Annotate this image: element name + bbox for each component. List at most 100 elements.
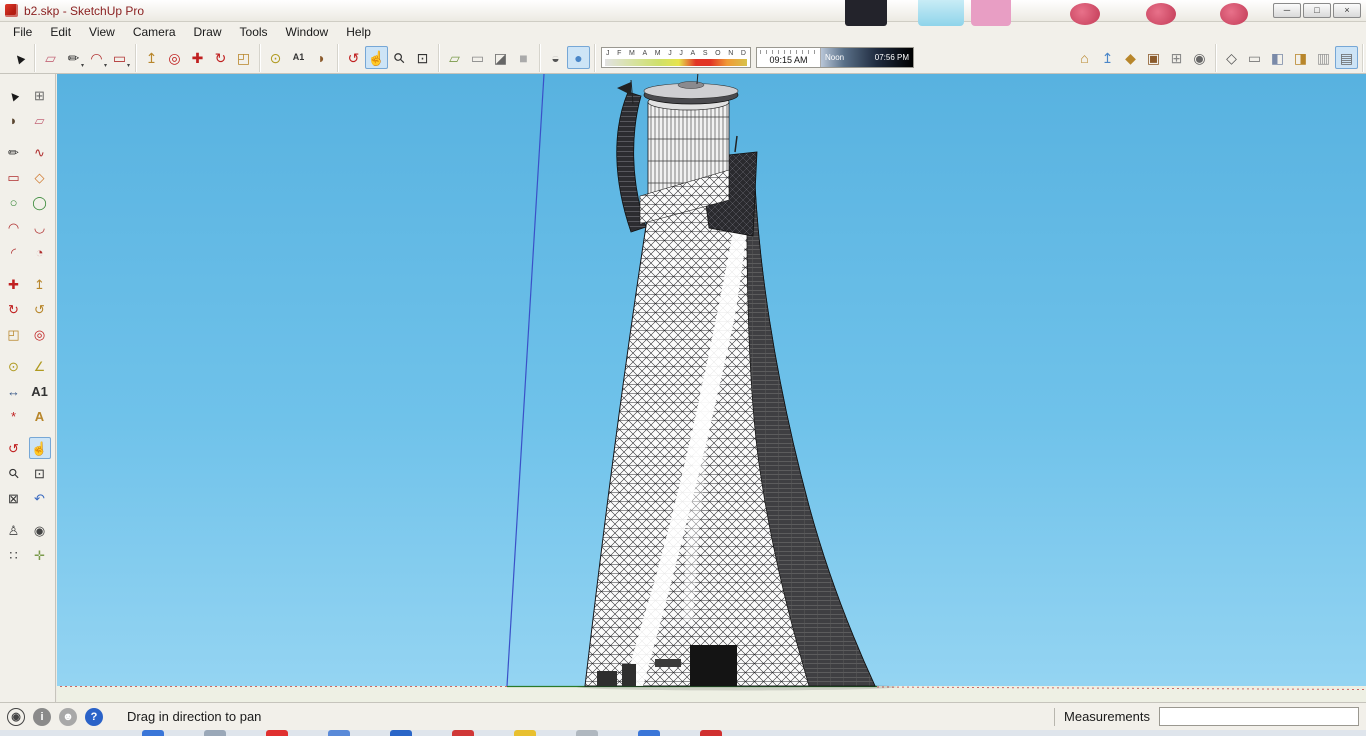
rotate-tool-icon[interactable]: ↻ — [3, 298, 25, 320]
taskbar-app-1[interactable] — [142, 730, 164, 736]
model-info-icon[interactable]: ◉ — [1188, 46, 1211, 69]
scale-tool-icon[interactable]: ◰ — [3, 323, 25, 345]
taskbar-app-7[interactable] — [514, 730, 536, 736]
menu-item-help[interactable]: Help — [337, 23, 380, 41]
zoom-tool-icon[interactable]: ⚲ — [388, 46, 411, 69]
taskbar-app-10[interactable] — [700, 730, 722, 736]
taskbar-app-3[interactable] — [266, 730, 288, 736]
move-tool-icon[interactable]: ✚ — [3, 273, 25, 295]
monochrome-style-icon[interactable]: ▥ — [1312, 46, 1335, 69]
arc-tool-icon[interactable]: ◠ ▾ — [85, 46, 108, 70]
minimize-button[interactable]: ─ — [1273, 3, 1301, 18]
follow-me-tool-icon[interactable]: ↺ — [29, 298, 51, 320]
select-tool-icon[interactable]: ▲ — [7, 46, 30, 69]
section-plane-tool-icon[interactable]: ▱ — [443, 46, 466, 69]
menu-item-draw[interactable]: Draw — [185, 23, 231, 41]
line-tool-icon-dropdown[interactable]: ▾ — [81, 63, 84, 69]
line-tool-icon[interactable]: ✏ ▾ — [62, 46, 85, 70]
shadow-date-slider[interactable]: JFMAMJJASOND — [601, 47, 751, 68]
taskbar-app-4[interactable] — [328, 730, 350, 736]
tape-measure-tool-icon[interactable]: ⊙ — [3, 355, 25, 377]
pie-tool-icon[interactable]: ◔ — [29, 241, 51, 263]
previous-view-icon[interactable]: ↶ — [29, 487, 51, 509]
rotate-tool-icon[interactable]: ↻ — [209, 46, 232, 69]
taskbar-app-2[interactable] — [204, 730, 226, 736]
shape-tool-icon-dropdown[interactable]: ▾ — [127, 63, 130, 69]
look-around-tool-icon[interactable]: ◉ — [29, 519, 51, 541]
get-models-icon[interactable]: ⌂ — [1073, 46, 1096, 69]
rotated-rectangle-tool-icon[interactable]: ◇ — [29, 166, 51, 188]
move-tool-icon[interactable]: ✚ — [186, 46, 209, 69]
paint-bucket-icon[interactable]: ◗ — [3, 109, 25, 131]
zoom-tool-icon[interactable]: ⚲ — [3, 462, 25, 484]
line-tool-icon[interactable]: ✏ — [3, 141, 25, 163]
hidden-line-style-icon[interactable]: ▭ — [1243, 46, 1266, 69]
push-pull-tool-icon[interactable]: ↥ — [140, 46, 163, 69]
tape-measure-tool-icon[interactable]: ⊙ — [264, 46, 287, 69]
orbit-tool-icon[interactable]: ↺ — [3, 437, 25, 459]
select-tool-icon[interactable]: ▲ — [3, 84, 25, 106]
menu-item-edit[interactable]: Edit — [41, 23, 80, 41]
display-section-planes-icon[interactable]: ▭ — [466, 46, 489, 69]
geo-location-icon[interactable]: ◉ — [7, 707, 25, 726]
measurements-input[interactable] — [1159, 707, 1359, 726]
share-component-icon[interactable]: ◆ — [1119, 46, 1142, 69]
push-pull-tool-icon[interactable]: ↥ — [29, 273, 51, 295]
freehand-tool-icon[interactable]: ∿ — [29, 141, 51, 163]
offset-tool-icon[interactable]: ◎ — [163, 46, 186, 69]
xray-mode-icon[interactable]: ◒ — [544, 46, 567, 69]
display-section-fill-icon[interactable]: ■ — [512, 46, 535, 69]
offset-tool-icon[interactable]: ◎ — [29, 323, 51, 345]
rectangle-tool-icon[interactable]: ▭ — [3, 166, 25, 188]
menu-item-file[interactable]: File — [4, 23, 41, 41]
circle-tool-icon[interactable]: ○ — [3, 191, 25, 213]
section-plane-icon[interactable]: ✛ — [29, 544, 51, 566]
text-tool-icon[interactable]: A1 — [287, 46, 310, 69]
shadow-time-track[interactable]: Noon 07:56 PM — [821, 48, 913, 67]
pan-tool-icon[interactable]: ☝ — [365, 46, 388, 69]
zoom-extents-tool-icon[interactable]: ⊠ — [3, 487, 25, 509]
polygon-tool-icon[interactable]: ◯ — [29, 191, 51, 213]
wireframe-style-icon[interactable]: ◇ — [1220, 46, 1243, 69]
orbit-tool-icon[interactable]: ↺ — [342, 46, 365, 69]
text-tool-icon[interactable]: A1 — [29, 380, 51, 402]
arc-tool-icon[interactable]: ◠ — [3, 216, 25, 238]
axes-tool-icon[interactable]: * — [3, 405, 25, 427]
eraser-tool-icon[interactable]: ▱ — [39, 46, 62, 69]
menu-item-camera[interactable]: Camera — [124, 23, 185, 41]
paint-bucket-tool-icon[interactable]: ◗ — [310, 46, 333, 69]
taskbar-app-9[interactable] — [638, 730, 660, 736]
info-icon[interactable]: i — [33, 707, 51, 726]
make-component-icon[interactable]: ⊞ — [29, 84, 51, 106]
extension-warehouse-icon[interactable]: ⊞ — [1165, 46, 1188, 69]
zoom-window-tool-icon[interactable]: ⊡ — [29, 462, 51, 484]
maximize-button[interactable]: □ — [1303, 3, 1331, 18]
close-button[interactable]: × — [1333, 3, 1361, 18]
walk-tool-icon[interactable]: ∷ — [3, 544, 25, 566]
menu-item-window[interactable]: Window — [277, 23, 338, 41]
styles-panel-icon[interactable]: ▤ — [1335, 46, 1358, 69]
three-point-arc-tool-icon[interactable]: ◜ — [3, 241, 25, 263]
scale-tool-icon[interactable]: ◰ — [232, 46, 255, 69]
shaded-textures-style-icon[interactable]: ◨ — [1289, 46, 1312, 69]
menu-item-tools[interactable]: Tools — [231, 23, 277, 41]
pan-tool-icon[interactable]: ☝ — [28, 437, 51, 459]
arc-tool-icon-dropdown[interactable]: ▾ — [104, 63, 107, 69]
share-model-icon[interactable]: ↥ — [1096, 46, 1119, 69]
display-section-cuts-icon[interactable]: ◪ — [489, 46, 512, 69]
3d-text-tool-icon[interactable]: A — [29, 405, 51, 427]
shadow-time-slider[interactable]: 09:15 AM Noon 07:56 PM — [756, 47, 914, 68]
eraser-icon[interactable]: ▱ — [29, 109, 51, 131]
menu-item-view[interactable]: View — [80, 23, 124, 41]
components-panel-icon[interactable]: ▣ — [1142, 46, 1165, 69]
shape-tool-icon[interactable]: ▭ ▾ — [108, 46, 131, 70]
taskbar-app-5[interactable] — [390, 730, 412, 736]
taskbar-app-8[interactable] — [576, 730, 598, 736]
help-icon[interactable]: ? — [85, 707, 103, 726]
dimension-tool-icon[interactable]: ↔ — [3, 380, 25, 402]
shaded-style-icon[interactable]: ◧ — [1266, 46, 1289, 69]
shaded-with-textures-icon[interactable]: ● — [567, 46, 590, 69]
taskbar-app-6[interactable] — [452, 730, 474, 736]
two-point-arc-tool-icon[interactable]: ◡ — [29, 216, 51, 238]
protractor-tool-icon[interactable]: ∠ — [29, 355, 51, 377]
